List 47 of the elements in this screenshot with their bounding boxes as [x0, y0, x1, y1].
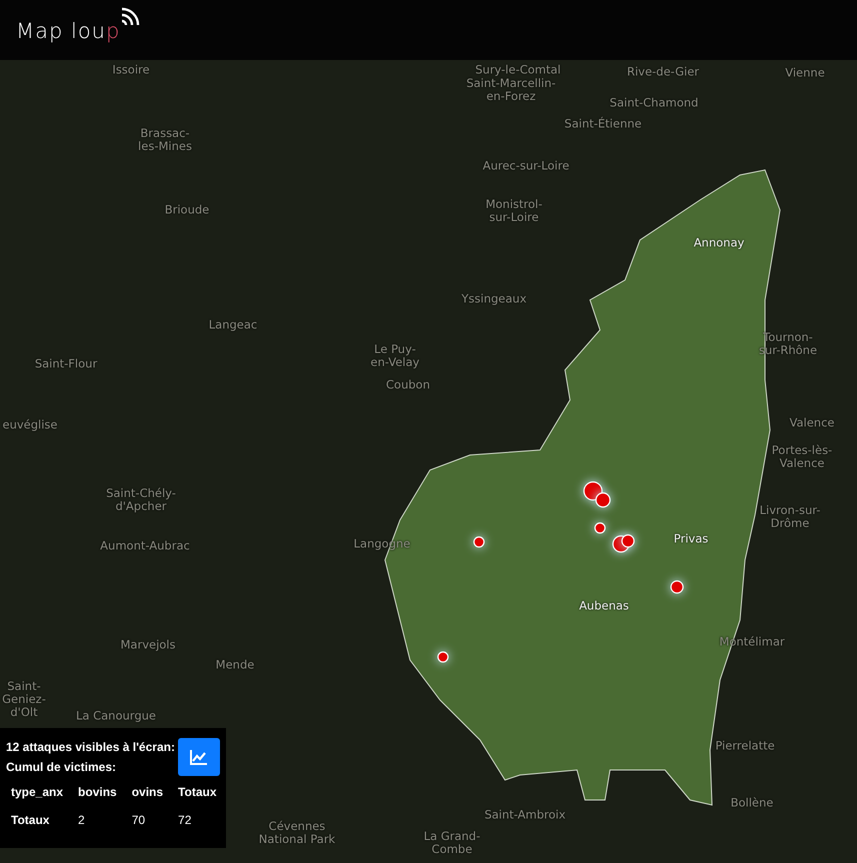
victims-label: Cumul de victimes:	[6, 760, 118, 774]
place-label: Saint-Chély- d'Apcher	[106, 486, 176, 514]
place-label: Brioude	[164, 203, 210, 217]
line-chart-icon	[190, 749, 208, 765]
place-label: Saint-Étienne	[564, 117, 642, 131]
place-label: Saint-Marcellin- en-Forez	[466, 76, 556, 104]
place-label: euvéglise	[2, 418, 58, 432]
place-label: Saint-Ambroix	[484, 808, 566, 822]
place-label: Saint-Flour	[34, 357, 98, 371]
place-label: Issoire	[112, 63, 150, 77]
place-label: Vienne	[785, 66, 825, 80]
place-label: Pierrelatte	[715, 739, 775, 753]
place-label: Aurec-sur-Loire	[482, 159, 570, 173]
place-label: Aumont-Aubrac	[100, 539, 190, 553]
place-label: Bollène	[730, 796, 774, 810]
place-label: Langeac	[208, 318, 258, 332]
place-label: La Canourgue	[76, 709, 156, 723]
place-label: Valence	[790, 416, 834, 430]
column-header: ovins	[130, 784, 164, 799]
place-label: Portes-lès- Valence	[772, 444, 832, 470]
place-label: Sury-le-Comtal	[475, 63, 561, 77]
place-label: Marvejols	[120, 638, 176, 652]
column-header: type_anx	[10, 784, 64, 799]
place-label: Saint- Geniez- d'Olt	[2, 680, 46, 720]
table-cell-text: 2	[77, 812, 86, 827]
place-label: Rive-de-Gier	[626, 65, 700, 79]
map-loup-logo[interactable]: Map lou p	[16, 7, 144, 43]
table-cell-text: Totaux	[10, 812, 50, 827]
chart-button[interactable]	[178, 738, 220, 776]
place-label: Aubenas	[579, 599, 629, 613]
column-header: Totaux	[177, 784, 218, 799]
attack-count: 12 attaques visibles à l'écran:	[6, 740, 175, 754]
place-label: Le Puy- en-Velay	[370, 342, 420, 370]
place-label: Saint-Chamond	[610, 96, 698, 110]
place-label: Mende	[216, 658, 254, 672]
place-label: Coubon	[386, 378, 430, 392]
table-cell-text: 70	[130, 812, 146, 827]
place-label: Brassac- les-Mines	[138, 126, 192, 154]
place-label: Yssingeaux	[462, 292, 526, 306]
place-label: Monistrol- sur-Loire	[486, 198, 542, 224]
column-header: bovins	[77, 784, 118, 799]
place-label: Privas	[674, 532, 708, 546]
place-label: La Grand- Combe	[424, 830, 480, 856]
place-label: Cévennes National Park	[258, 820, 336, 846]
table-cell-text: 72	[177, 812, 192, 827]
place-label: Livron-sur- Drôme	[760, 504, 820, 530]
place-label: Annonay	[694, 236, 744, 250]
